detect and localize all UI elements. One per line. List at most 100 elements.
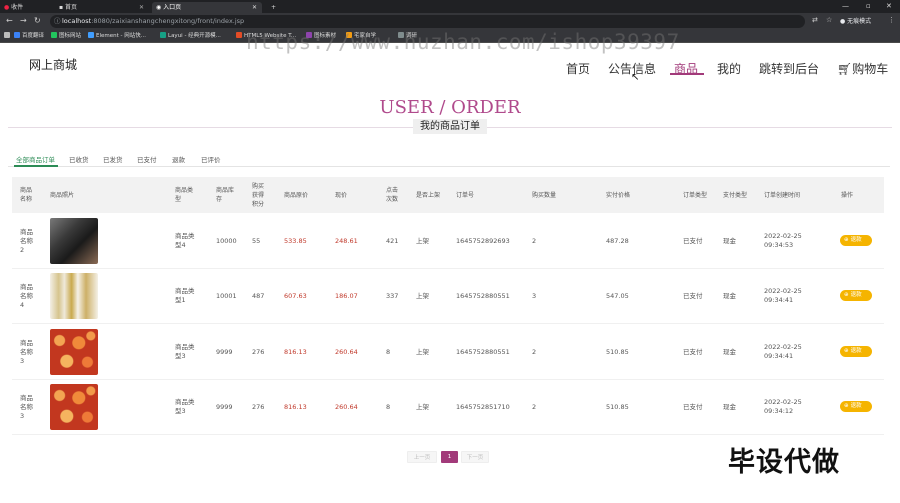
product-name: 商品 名称 4 <box>20 282 33 309</box>
incognito-indicator[interactable]: ● 无痕模式 <box>840 16 871 25</box>
order-number: 1645752851710 <box>456 402 510 411</box>
product-points: 55 <box>252 236 261 245</box>
table-row[interactable]: 商品 名称 3 商品类 型3 9999 276 816.13 260.64 8 上架 16457… <box>12 325 884 380</box>
translate-icon[interactable]: ⇄ <box>812 16 818 24</box>
product-photo[interactable] <box>50 218 98 264</box>
table-header: 商品 名称 商品照片 商品类 型 商品库 存 购买 获得 积分 商品原价 现价 点击 次数 是否… <box>12 177 884 213</box>
click-count: 337 <box>386 291 399 300</box>
forward-icon[interactable]: → <box>20 16 27 25</box>
browser-tabbar: ● 收件 ▪ 首页 ✕ ◉ 入口页 ✕ + — ▫ ✕ <box>0 0 900 13</box>
bookmark-item[interactable]: 图标网站 <box>51 32 81 41</box>
table-header-cell: 是否上架 <box>416 191 441 199</box>
bookmark-favicon-icon <box>160 32 166 38</box>
table-row[interactable]: 商品 名称 3 商品类 型3 9999 276 816.13 260.64 8 上架 16457… <box>12 380 884 435</box>
bookmark-favicon-icon <box>236 32 242 38</box>
tab-close-icon[interactable]: ✕ <box>139 2 144 13</box>
click-count: 421 <box>386 236 399 245</box>
back-icon[interactable]: ← <box>6 16 13 25</box>
site-logo[interactable]: 网上商城 <box>29 56 77 73</box>
site-info-icon: ⓘ <box>54 17 61 25</box>
nav-mine[interactable]: 我的 <box>717 60 741 77</box>
refund-button[interactable]: ⊕ 退款 <box>840 235 872 246</box>
watermark-url: https://www.huzhan.com/ishop39397 <box>246 30 680 54</box>
tab-paid[interactable]: 已支付 <box>137 154 157 164</box>
product-photo[interactable] <box>50 273 98 319</box>
current-price: 186.07 <box>335 291 358 300</box>
paid-amount: 547.05 <box>606 291 629 300</box>
order-number: 1645752892693 <box>456 236 510 245</box>
bookmark-apps[interactable] <box>4 32 12 41</box>
product-name: 商品 名称 2 <box>20 227 33 254</box>
product-photo[interactable] <box>50 384 98 430</box>
close-window-icon[interactable]: ✕ <box>886 0 892 12</box>
nav-admin[interactable]: 跳转到后台 <box>759 60 819 77</box>
product-photo[interactable] <box>50 329 98 375</box>
pagination-next-button[interactable]: 下一页 <box>461 451 489 463</box>
order-created-time: 2022-02-25 09:34:12 <box>764 398 802 415</box>
product-points: 276 <box>252 347 265 356</box>
new-tab-button[interactable]: + <box>267 2 281 13</box>
refund-button[interactable]: ⊕ 退款 <box>840 290 872 301</box>
table-header-cell: 订单创建时间 <box>764 191 801 199</box>
incognito-icon: ● <box>840 18 846 25</box>
payment-type: 现金 <box>723 402 736 411</box>
table-row[interactable]: 商品 名称 4 商品类 型1 10001 487 607.63 186.07 337 上架 16… <box>12 269 884 324</box>
table-row[interactable]: 商品 名称 2 商品类 型4 10000 55 533.85 248.61 421 上架 164… <box>12 214 884 269</box>
browser-tab-1[interactable]: ● 收件 <box>0 2 48 13</box>
tab-all-orders[interactable]: 全部商品订单 <box>16 154 55 164</box>
table-header-cell: 商品库 存 <box>216 187 235 203</box>
nav-cart[interactable]: 🛒︎购物车 <box>837 60 888 77</box>
order-number: 1645752880551 <box>456 347 510 356</box>
tabs-divider <box>8 166 890 167</box>
paid-amount: 487.28 <box>606 236 629 245</box>
current-price: 248.61 <box>335 236 358 245</box>
tab-favicon-icon: ◉ <box>156 4 162 11</box>
refund-button[interactable]: ⊕ 退款 <box>840 401 872 412</box>
cart-icon: 🛒︎ <box>837 62 853 76</box>
table-header-cell: 商品原价 <box>284 191 309 199</box>
nav-home[interactable]: 首页 <box>566 60 590 77</box>
menu-dots-icon[interactable]: ⋮ <box>888 16 895 24</box>
table-header-cell: 订单号 <box>456 191 475 199</box>
tab-active-indicator <box>14 165 58 167</box>
tab-received[interactable]: 已收货 <box>69 154 89 164</box>
address-bar-row: ← → ↻ ⓘ localhost:8080/zaixianshangcheng… <box>0 13 900 30</box>
product-stock: 10000 <box>216 236 237 245</box>
tab-reviewed[interactable]: 已评价 <box>201 154 221 164</box>
bookmark-star-icon[interactable]: ☆ <box>826 16 832 24</box>
original-price: 607.63 <box>284 291 307 300</box>
page-subtitle: 我的商品订单 <box>413 119 487 134</box>
table-header-cell: 商品类 型 <box>175 187 194 203</box>
browser-tab-2[interactable]: ▪ 首页 ✕ <box>55 2 147 13</box>
bookmark-item[interactable]: 百度翻译 <box>14 32 44 41</box>
table-header-cell: 操作 <box>841 191 854 199</box>
product-name: 商品 名称 3 <box>20 338 33 365</box>
reload-icon[interactable]: ↻ <box>34 16 41 25</box>
current-price: 260.64 <box>335 347 358 356</box>
page-title: USER / ORDER <box>379 97 521 118</box>
pagination-prev-button[interactable]: 上一页 <box>407 451 437 463</box>
refund-icon: ⊕ <box>844 237 849 243</box>
refund-button[interactable]: ⊕ 退款 <box>840 346 872 357</box>
payment-type: 现金 <box>723 347 736 356</box>
original-price: 816.13 <box>284 402 307 411</box>
table-header-cell: 支付类型 <box>723 191 748 199</box>
maximize-icon[interactable]: ▫ <box>866 0 871 12</box>
apps-icon <box>4 32 10 38</box>
bookmark-item[interactable]: Element - 网站快... <box>88 32 146 41</box>
tab-close-icon[interactable]: ✕ <box>252 2 257 13</box>
table-header-cell: 商品 名称 <box>20 187 33 203</box>
tab-refund[interactable]: 退款 <box>172 154 185 164</box>
order-created-time: 2022-02-25 09:34:53 <box>764 232 802 249</box>
browser-tab-3-active[interactable]: ◉ 入口页 ✕ <box>152 2 262 13</box>
minimize-icon[interactable]: — <box>842 0 849 12</box>
promo-overlay-text: 毕设代做 <box>728 447 840 478</box>
bookmark-item[interactable]: Layui - 经典开源模... <box>160 32 221 41</box>
tab-favicon-icon: ▪ <box>59 4 64 11</box>
url-field[interactable]: ⓘ localhost:8080/zaixianshangchengxitong… <box>50 15 805 28</box>
order-type: 已支付 <box>683 291 703 300</box>
pagination-page-1[interactable]: 1 <box>441 451 458 463</box>
table-header-cell: 商品照片 <box>50 191 75 199</box>
tab-shipped[interactable]: 已发货 <box>103 154 123 164</box>
payment-type: 现金 <box>723 236 736 245</box>
